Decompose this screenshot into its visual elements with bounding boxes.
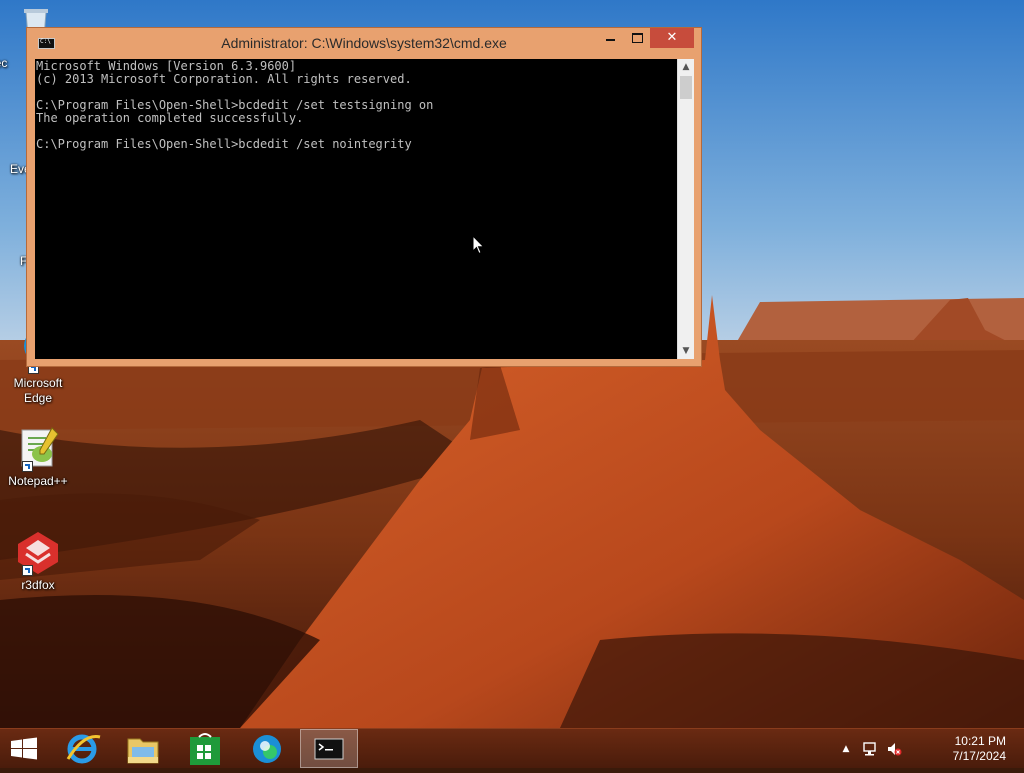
edge-icon	[253, 735, 281, 763]
console-line	[35, 124, 677, 137]
file-explorer-icon	[127, 738, 159, 764]
taskbar-internet-explorer[interactable]	[54, 729, 112, 768]
show-hidden-icons-button[interactable]: ▲	[838, 741, 854, 757]
start-button[interactable]	[0, 729, 48, 768]
console-line: (c) 2013 Microsoft Corporation. All righ…	[36, 72, 412, 86]
console-line	[35, 85, 677, 98]
store-icon	[190, 733, 220, 765]
notepadpp-icon	[14, 424, 62, 472]
clock-time: 10:21 PM	[954, 734, 1006, 748]
desktop-icon-label: Notepad++	[8, 474, 68, 488]
console-line: Microsoft Windows [Version 6.3.9600]	[36, 59, 297, 73]
mouse-pointer-icon	[472, 234, 486, 255]
scroll-thumb[interactable]	[680, 76, 692, 99]
network-icon[interactable]	[862, 741, 878, 757]
close-icon: ✕	[666, 30, 678, 45]
close-button[interactable]: ✕	[650, 28, 694, 48]
cmd-window[interactable]: Administrator: C:\Windows\system32\cmd.e…	[26, 27, 702, 367]
vertical-scrollbar[interactable]: ▲ ▼	[677, 59, 694, 359]
console-output[interactable]: Microsoft Windows [Version 6.3.9600] (c)…	[35, 59, 677, 359]
minimize-button[interactable]	[598, 28, 624, 48]
r3dfox-icon	[14, 528, 62, 576]
shortcut-arrow-icon	[22, 565, 33, 576]
desktop-icon-label: r3dfox	[21, 578, 55, 592]
window-titlebar[interactable]: Administrator: C:\Windows\system32\cmd.e…	[27, 28, 701, 58]
console-line: C:\Program Files\Open-Shell>bcdedit /set…	[36, 98, 434, 112]
console-line: The operation completed successfully.	[36, 111, 304, 125]
scroll-down-icon[interactable]: ▼	[678, 343, 694, 359]
internet-explorer-icon	[66, 734, 101, 764]
windows-start-icon	[11, 737, 37, 760]
maximize-button[interactable]	[624, 28, 650, 48]
taskbar-cmd[interactable]	[300, 729, 358, 768]
chevron-up-icon: ▲	[842, 744, 850, 754]
console-line: C:\Program Files\Open-Shell>bcdedit /set…	[36, 137, 412, 151]
desktop-icon-label: Microsoft Edge	[13, 376, 63, 405]
taskbar-file-explorer[interactable]	[114, 729, 172, 768]
desktop-icon-notepadpp[interactable]: Notepad++	[0, 424, 76, 489]
taskbar-store[interactable]	[176, 729, 234, 768]
cmd-icon	[314, 738, 344, 760]
system-clock[interactable]: 10:21 PM 7/17/2024	[953, 734, 1006, 764]
shortcut-arrow-icon	[22, 461, 33, 472]
clock-date: 7/17/2024	[952, 749, 1006, 763]
scroll-up-icon[interactable]: ▲	[678, 59, 694, 75]
taskbar: ▲ 10:21 PM 7/17/2024	[0, 728, 1024, 768]
volume-muted-icon[interactable]	[886, 741, 902, 757]
taskbar-edge[interactable]	[238, 729, 296, 768]
desktop-icon-r3dfox[interactable]: r3dfox	[0, 528, 76, 593]
